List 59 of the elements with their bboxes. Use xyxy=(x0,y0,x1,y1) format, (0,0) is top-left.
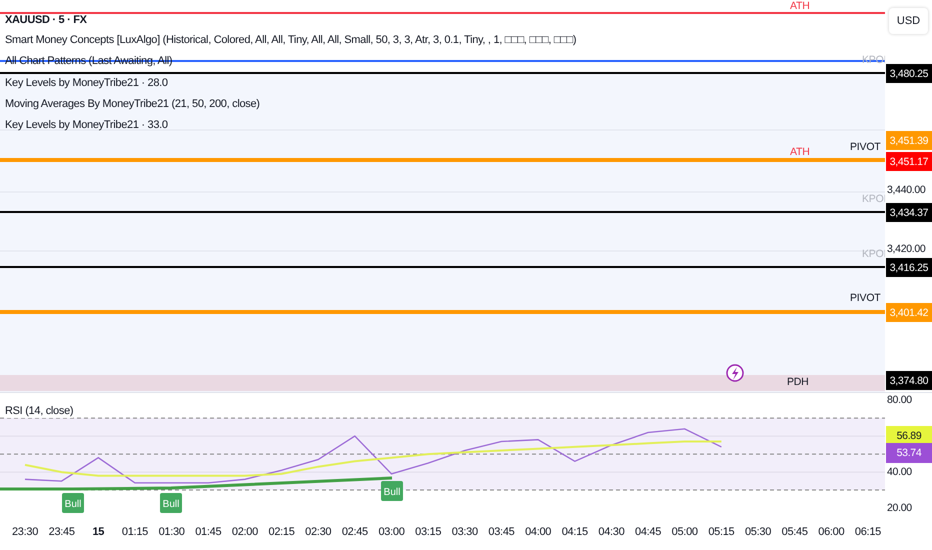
level-label: PIVOT xyxy=(850,141,881,154)
time-label: 03:15 xyxy=(414,526,442,538)
time-label: 02:30 xyxy=(304,526,332,538)
time-label: 04:30 xyxy=(597,526,626,538)
time-label: 04:15 xyxy=(560,526,589,538)
price-tag: 3,374.80 xyxy=(886,371,932,390)
annotation: Bull xyxy=(162,499,180,510)
bull-label: Bull xyxy=(160,493,182,513)
currency-button[interactable]: USD xyxy=(889,8,928,34)
price-tag: 3,451.17 xyxy=(886,152,932,171)
price-tag: 3,451.39 xyxy=(886,131,932,150)
level-label: PIVOT xyxy=(850,292,881,305)
value-tag: 56.89 xyxy=(886,426,932,446)
annotation: Bull xyxy=(64,499,82,510)
zone-label: PDH xyxy=(787,376,809,389)
time-label: 05:45 xyxy=(780,526,809,538)
indicator-label: Smart Money Concepts [LuxAlgo] (Historical, Colored, All, All, Tiny, All, All, Small, 50, 3, 3, Atr, 3, 0.1, Tiny, , 1, □□□, □□□, □□□) xyxy=(5,33,576,48)
indicator-label: Moving Averages By MoneyTribe21 (21, 50, 200, close) xyxy=(5,97,260,112)
level-label: ATH xyxy=(790,0,810,13)
indicator-label: RSI (14, close) xyxy=(5,404,74,418)
time-label: 03:45 xyxy=(487,526,516,538)
time-label: 06:15 xyxy=(854,526,882,538)
axis-tick: 40.00 xyxy=(887,465,912,480)
time-label: 05:00 xyxy=(670,526,699,538)
price-tag: 3,480.25 xyxy=(886,64,932,83)
price-tag: 3,401.42 xyxy=(886,303,932,322)
indicator-label: Key Levels by MoneyTribe21 · 28.0 xyxy=(5,76,168,91)
bull-label: Bull xyxy=(381,481,403,501)
axis-tick: 80.00 xyxy=(887,393,912,408)
annotation: Bull xyxy=(384,487,400,498)
price-tick: 3,420.00 xyxy=(887,242,926,257)
time-label: 01:30 xyxy=(158,526,186,538)
level-label: KPOI xyxy=(862,248,885,261)
bull-label: Bull xyxy=(62,493,84,513)
time-label: 02:15 xyxy=(268,526,296,538)
time-label: 06:00 xyxy=(817,526,846,538)
price-tick: 3,440.00 xyxy=(887,183,926,198)
time-label: 01:15 xyxy=(120,526,149,538)
symbol-title: XAUUSD · 5 · FX xyxy=(5,13,87,28)
value-tag: 53.74 xyxy=(886,442,932,463)
time-label: 04:00 xyxy=(524,526,552,538)
level-label: KPOI xyxy=(862,193,885,206)
level-label: ATH xyxy=(790,146,810,159)
time-label: 15 xyxy=(91,526,106,538)
time-label: 05:30 xyxy=(744,526,772,538)
time-label: 23:30 xyxy=(10,526,40,538)
time-label: 23:45 xyxy=(48,526,76,538)
time-label: 03:00 xyxy=(377,526,406,538)
price-tag: 3,416.25 xyxy=(886,258,932,277)
axis-tick: 20.00 xyxy=(887,501,912,516)
time-label: 05:15 xyxy=(707,526,736,538)
time-label: 02:00 xyxy=(230,526,259,538)
time-label: 03:30 xyxy=(450,526,479,538)
time-label: 01:45 xyxy=(194,526,222,538)
time-label: 04:45 xyxy=(634,526,662,538)
price-tag: 3,434.37 xyxy=(886,203,932,222)
time-label: 02:45 xyxy=(340,526,369,538)
indicator-label: Key Levels by MoneyTribe21 · 33.0 xyxy=(5,118,168,133)
lightning-icon xyxy=(726,364,744,382)
